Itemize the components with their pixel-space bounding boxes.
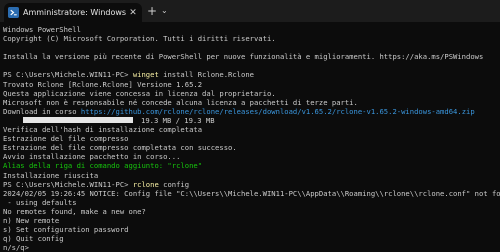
title-bar: Amministratore: Windows Po ✕ + ⌄ <box>0 0 500 22</box>
terminal-input-prompt[interactable]: n/s/q> <box>3 243 500 252</box>
terminal-line: Download in corso https://github.com/rcl… <box>3 107 500 116</box>
terminal-line: - using defaults <box>3 197 77 207</box>
terminal-line: Alias della riga di comando aggiunto: "r… <box>3 161 203 171</box>
command-args: config <box>158 179 190 189</box>
command-name: winget <box>132 70 159 80</box>
tab-title: Amministratore: Windows Po <box>23 8 128 17</box>
terminal-line: q) Quit config <box>3 234 64 244</box>
terminal-output[interactable]: Windows PowerShell Copyright (C) Microso… <box>0 22 500 252</box>
terminal-line: Estrazione del file compresso <box>3 134 129 144</box>
powershell-window: Amministratore: Windows Po ✕ + ⌄ Windows… <box>0 0 500 252</box>
terminal-line: Verifica dell'hash di installazione comp… <box>3 125 203 135</box>
terminal-line: Avvio installazione pacchetto in corso..… <box>3 152 181 162</box>
terminal-line: Microsoft non è responsabile né concede … <box>3 97 358 107</box>
terminal-line: Copyright (C) Microsoft Corporation. Tut… <box>3 34 276 44</box>
terminal-line: Installa la versione più recente di Powe… <box>3 52 484 62</box>
tab-powershell-admin[interactable]: Amministratore: Windows Po ✕ <box>4 3 142 22</box>
terminal-line: Trovato Rclone [Rclone.Rclone] Versione … <box>3 79 203 89</box>
powershell-icon <box>8 7 19 18</box>
terminal-command-line: PS C:\Users\Michele.WIN11-PC> rclone con… <box>3 180 500 189</box>
prompt: PS C:\Users\Michele.WIN11-PC> <box>3 179 133 189</box>
terminal-line: Windows PowerShell <box>3 25 81 34</box>
command-args: install Rclone.Rclone <box>158 70 254 80</box>
terminal-line: Estrazione del file compresso completata… <box>3 143 237 153</box>
terminal-line: s) Set configuration password <box>3 225 129 235</box>
terminal-line: Questa applicazione viene concessa in li… <box>3 88 276 98</box>
command-name: rclone <box>132 179 159 189</box>
terminal-line: 2024/02/05 19:26:45 NOTICE: Config file … <box>3 188 500 198</box>
download-progress: 19.3 MB / 19.3 MB <box>3 116 500 125</box>
download-link[interactable]: https://github.com/rclone/rclone/release… <box>81 107 475 116</box>
terminal-line: Installazione riuscita <box>3 170 99 180</box>
terminal-line: n) New remote <box>3 215 60 225</box>
terminal-command-line: PS C:\Users\Michele.WIN11-PC> winget ins… <box>3 70 500 79</box>
plus-icon[interactable]: + <box>147 4 157 18</box>
terminal-line: No remotes found, make a new one? <box>3 206 146 216</box>
progress-bar <box>23 117 133 124</box>
prompt: PS C:\Users\Michele.WIN11-PC> <box>3 70 133 80</box>
download-label: Download in corso <box>3 106 81 116</box>
chevron-down-icon[interactable]: ⌄ <box>161 4 168 18</box>
close-icon[interactable]: ✕ <box>128 8 138 18</box>
progress-text: 19.3 MB / 19.3 MB <box>141 115 215 125</box>
progress-fill <box>23 117 133 124</box>
